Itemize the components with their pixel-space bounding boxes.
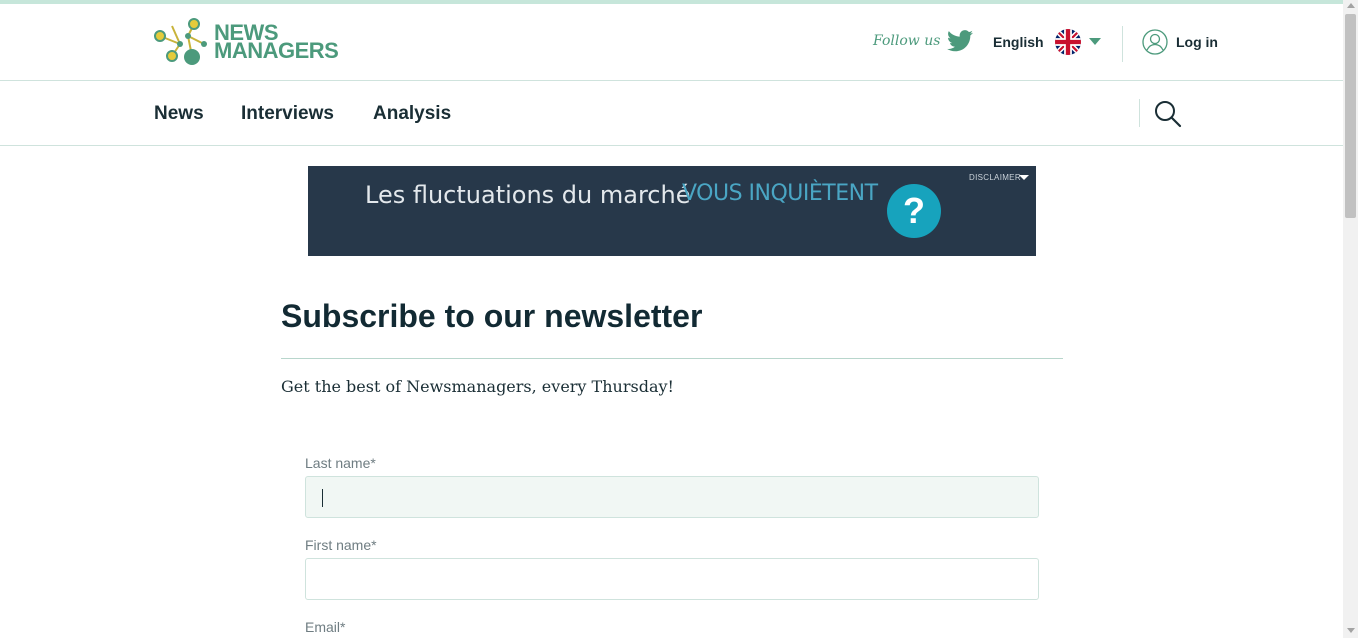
nav-item-analysis[interactable]: Analysis [373, 103, 451, 125]
language-dropdown-chevron-icon[interactable] [1089, 38, 1101, 45]
nav-divider [1139, 99, 1140, 127]
user-icon[interactable] [1142, 29, 1168, 55]
scroll-down-arrow-icon[interactable] [1347, 628, 1355, 633]
scrollbar-thumb[interactable] [1345, 14, 1356, 218]
advertisement-banner[interactable]: Les fluctuations du marché VOUS INQUIÈTE… [308, 166, 1036, 256]
site-header: NEWS MANAGERS Follow us English Log in [0, 4, 1343, 81]
nav-item-news[interactable]: News [154, 103, 204, 125]
logo-wordmark: NEWS MANAGERS [214, 22, 339, 63]
main-nav: News Interviews Analysis [0, 81, 1343, 146]
page-title: Subscribe to our newsletter [281, 298, 703, 334]
first-name-label: First name* [305, 537, 377, 553]
title-divider [281, 358, 1063, 359]
page-subtitle: Get the best of Newsmanagers, every Thur… [281, 377, 674, 396]
molecule-logo-icon [154, 18, 207, 65]
text-cursor [322, 489, 323, 507]
ad-disclaimer-toggle[interactable]: DISCLAIMER [969, 173, 1021, 182]
disclaimer-chevron-down-icon[interactable] [1019, 175, 1029, 180]
language-selector[interactable]: English [993, 34, 1044, 50]
login-link[interactable]: Log in [1176, 34, 1218, 50]
first-name-field[interactable] [305, 558, 1039, 600]
last-name-field[interactable] [305, 476, 1039, 518]
email-label: Email* [305, 619, 346, 635]
question-mark-icon: ? [887, 184, 941, 238]
last-name-label: Last name* [305, 455, 376, 471]
header-divider [1122, 26, 1123, 62]
nav-item-interviews[interactable]: Interviews [241, 103, 334, 125]
scroll-up-arrow-icon[interactable] [1347, 3, 1355, 8]
search-icon[interactable] [1154, 100, 1182, 128]
uk-flag-icon[interactable] [1055, 29, 1081, 55]
ad-headline: Les fluctuations du marché [365, 181, 691, 209]
follow-us-label: Follow us [873, 33, 941, 49]
ad-accent-text: VOUS INQUIÈTENT [682, 181, 878, 206]
page-scrollbar[interactable] [1343, 0, 1358, 638]
logo-line-managers: MANAGERS [214, 38, 339, 63]
twitter-icon[interactable] [947, 30, 973, 52]
site-logo[interactable]: NEWS MANAGERS [152, 16, 339, 68]
